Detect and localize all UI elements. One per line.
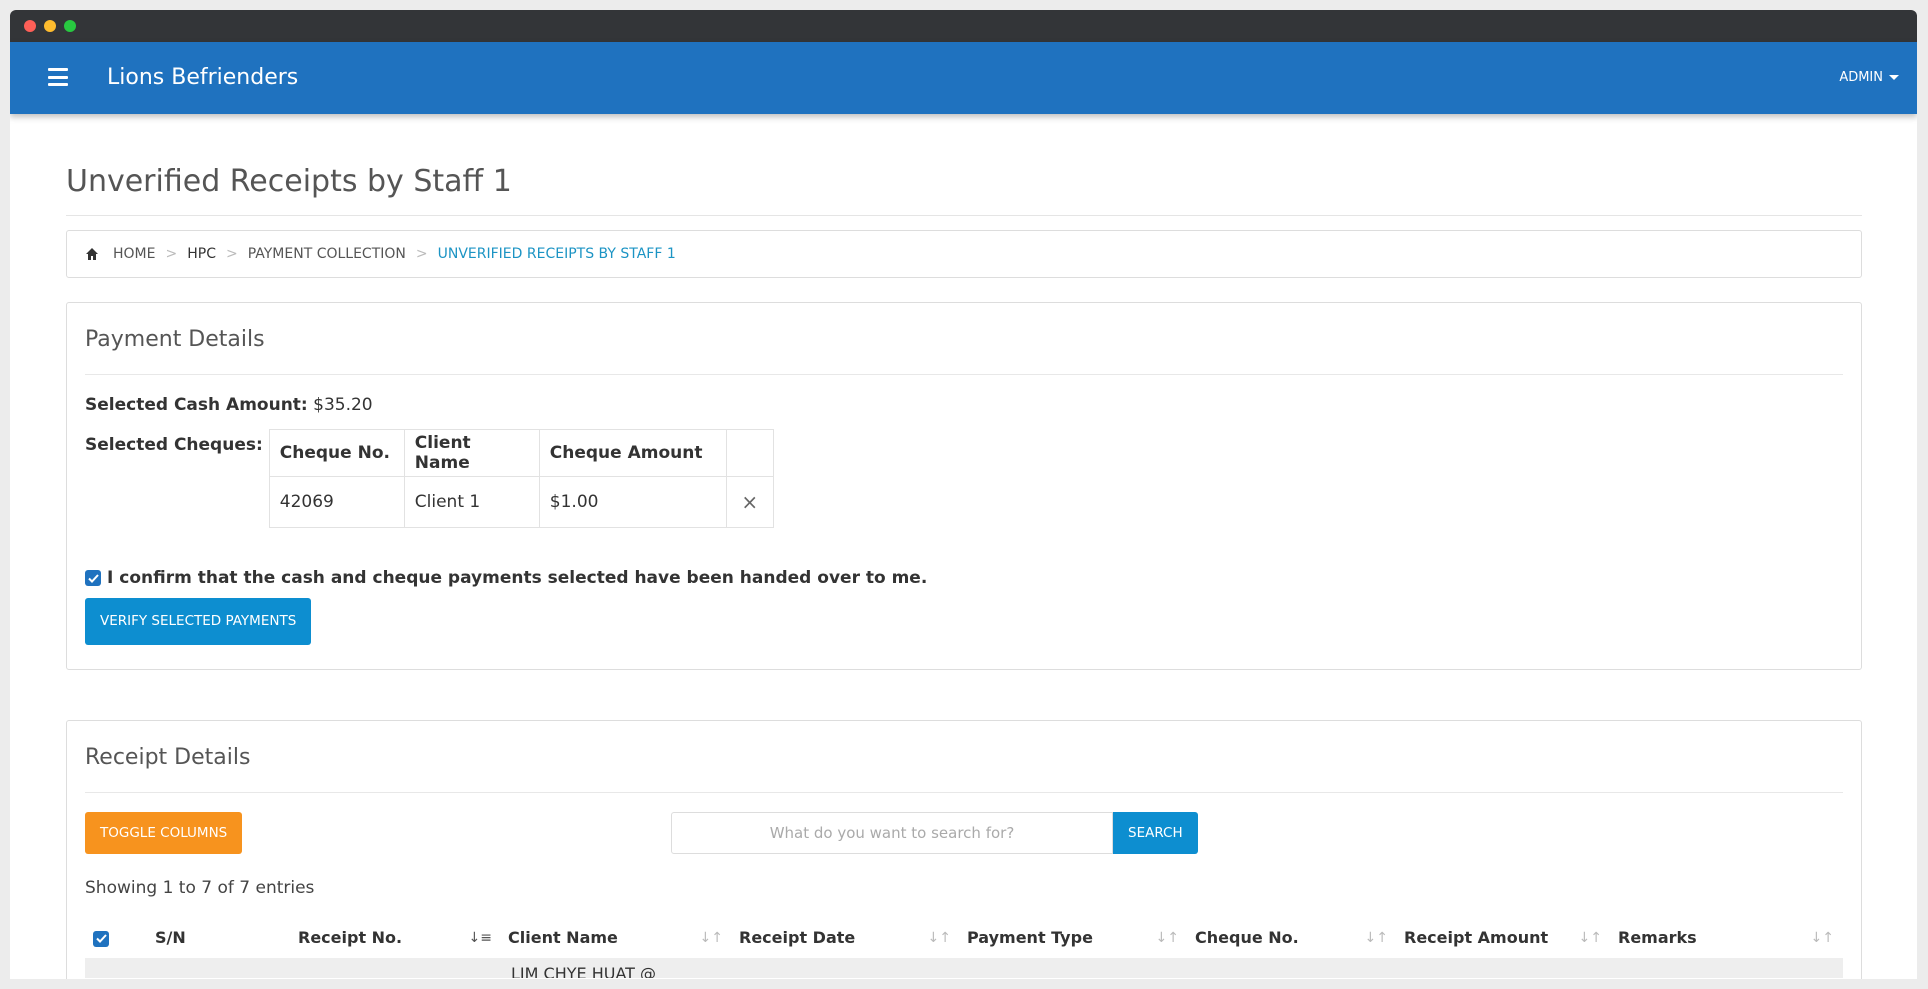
column-cheque-no[interactable]: Cheque No. ↓↑ [1187, 920, 1396, 956]
top-navbar: Lions Befrienders ADMIN [10, 42, 1917, 114]
main-content: Unverified Receipts by Staff 1 HOME > HP… [66, 114, 1862, 979]
maximize-window-button[interactable] [64, 20, 76, 32]
sort-icon: ↓↑ [1578, 930, 1602, 946]
sort-icon: ↓↑ [927, 930, 951, 946]
column-label: Client Name [508, 928, 618, 947]
payment-details-heading: Payment Details [85, 327, 265, 352]
breadcrumb-hpc[interactable]: HPC [187, 246, 216, 262]
selected-cash-value: $35.20 [313, 395, 373, 415]
selected-cash-line: Selected Cash Amount: $35.20 [85, 395, 1843, 415]
checkbox-checked-icon[interactable] [93, 930, 109, 947]
client-name-cell: LIM CHYE HUAT @ [511, 964, 656, 978]
cheque-no-cell: 42069 [268, 476, 405, 528]
table-row[interactable]: LIM CHYE HUAT @ [85, 958, 1843, 978]
brand-title[interactable]: Lions Befrienders [107, 65, 298, 90]
confirm-row: I confirm that the cash and cheque payme… [85, 568, 1843, 588]
sort-desc-icon: ↓≡ [468, 930, 492, 946]
home-icon [86, 248, 98, 260]
sort-icon: ↓↑ [699, 930, 723, 946]
column-header: Cheque Amount [538, 429, 727, 477]
column-header-action [725, 429, 774, 477]
column-label: Receipt No. [298, 928, 403, 947]
checkbox-checked-icon[interactable] [85, 570, 101, 586]
selected-cheques-table: Cheque No. Client Name Cheque Amount 420… [268, 429, 774, 528]
breadcrumb-separator: > [415, 246, 428, 262]
breadcrumb-current: UNVERIFIED RECEIPTS BY STAFF 1 [437, 246, 676, 262]
column-label: Cheque No. [1195, 928, 1299, 947]
receipt-details-panel: Receipt Details TOGGLE COLUMNS SEARCH Sh… [66, 720, 1862, 979]
cheque-amount-cell: $1.00 [538, 476, 727, 528]
table-row: 42069 Client 1 $1.00 × [268, 476, 774, 528]
user-menu-label: ADMIN [1839, 70, 1883, 85]
breadcrumb-separator: > [165, 246, 178, 262]
selected-cash-label: Selected Cash Amount: [85, 395, 308, 415]
column-receipt-amount[interactable]: Receipt Amount ↓↑ [1396, 920, 1610, 956]
breadcrumb-home[interactable]: HOME [113, 246, 155, 262]
sort-icon: ↓↑ [1155, 930, 1179, 946]
column-sn[interactable]: S/N [147, 920, 290, 956]
verify-selected-payments-button[interactable]: VERIFY SELECTED PAYMENTS [85, 598, 312, 645]
minimize-window-button[interactable] [44, 20, 56, 32]
sort-icon: ↓↑ [1364, 930, 1388, 946]
toggle-columns-button[interactable]: TOGGLE COLUMNS [85, 812, 243, 854]
column-label: Receipt Amount [1404, 928, 1549, 947]
column-label: Payment Type [967, 928, 1093, 947]
column-label: S/N [155, 928, 186, 947]
close-window-button[interactable] [24, 20, 36, 32]
caret-down-icon [1889, 75, 1899, 80]
user-menu[interactable]: ADMIN [1839, 70, 1899, 85]
column-header: Cheque No. [268, 429, 405, 477]
payment-details-panel: Payment Details Selected Cash Amount: $3… [66, 302, 1862, 670]
column-label: Remarks [1618, 928, 1697, 947]
breadcrumb-separator: > [225, 246, 238, 262]
column-client-name[interactable]: Client Name ↓↑ [500, 920, 731, 956]
receipts-table-header: S/N Receipt No. ↓≡ Client Name ↓↑ Receipt … [85, 920, 1843, 956]
column-label: Receipt Date [739, 928, 856, 947]
search-button[interactable]: SEARCH [1113, 812, 1198, 854]
column-header: Client Name [403, 429, 540, 477]
sort-icon: ↓↑ [1810, 930, 1834, 946]
divider [66, 215, 1862, 216]
column-remarks[interactable]: Remarks ↓↑ [1610, 920, 1842, 956]
search-input[interactable] [671, 812, 1113, 854]
table-toolbar: TOGGLE COLUMNS SEARCH [85, 812, 1843, 856]
confirm-text: I confirm that the cash and cheque payme… [107, 568, 928, 588]
column-payment-type[interactable]: Payment Type ↓↑ [959, 920, 1187, 956]
select-all-cell[interactable] [85, 920, 147, 956]
page-title: Unverified Receipts by Staff 1 [66, 164, 512, 199]
client-name-cell: Client 1 [403, 476, 540, 528]
window-titlebar [10, 10, 1917, 42]
close-icon[interactable]: × [741, 490, 758, 514]
divider [85, 792, 1843, 793]
receipt-details-heading: Receipt Details [85, 745, 251, 770]
browser-window: Lions Befrienders ADMIN Unverified Recei… [10, 10, 1917, 979]
selected-cheques-row: Selected Cheques: Cheque No. Client Name… [85, 429, 1843, 528]
column-receipt-no[interactable]: Receipt No. ↓≡ [290, 920, 500, 956]
breadcrumb: HOME > HPC > PAYMENT COLLECTION > UNVERI… [66, 230, 1862, 278]
breadcrumb-payment-collection[interactable]: PAYMENT COLLECTION [248, 246, 406, 262]
selected-cheques-label: Selected Cheques: [85, 435, 263, 455]
divider [85, 374, 1843, 375]
hamburger-icon[interactable] [48, 68, 68, 86]
column-receipt-date[interactable]: Receipt Date ↓↑ [731, 920, 959, 956]
entries-info: Showing 1 to 7 of 7 entries [85, 878, 315, 898]
